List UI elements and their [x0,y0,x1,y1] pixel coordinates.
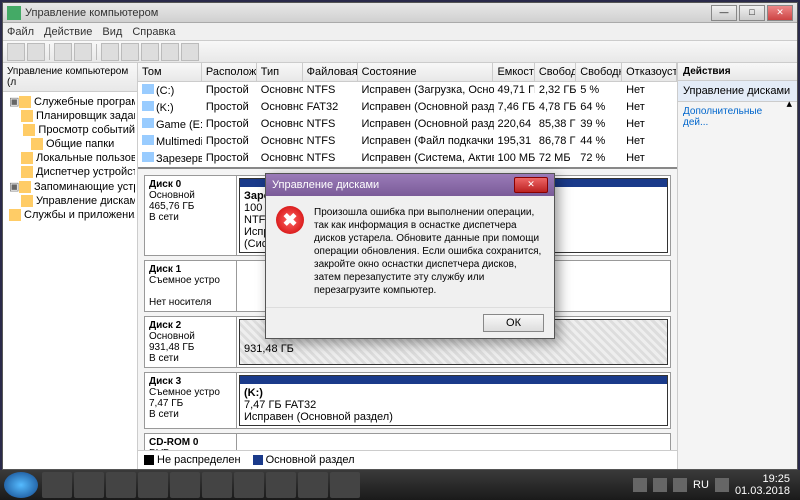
menu-help[interactable]: Справка [132,26,175,38]
taskbar-app-2[interactable] [170,472,200,498]
start-button[interactable] [4,472,38,498]
tree-node[interactable]: Диспетчер устройств [5,165,135,179]
taskbar-app-5[interactable] [266,472,296,498]
taskbar-app-chrome[interactable] [42,472,72,498]
taskbar[interactable]: RU 19:2501.03.2018 [0,470,800,500]
column-header[interactable]: Файловая система [303,63,358,81]
taskbar-app-7[interactable] [330,472,360,498]
dialog-title: Управление дисками [272,179,379,191]
nav-tree-pane: Управление компьютером (л ▣Служебные про… [3,63,138,469]
titlebar[interactable]: Управление компьютером — □ ✕ [3,3,797,23]
toolbar-view2-icon[interactable] [141,43,159,61]
taskbar-app-4[interactable] [234,472,264,498]
menubar: Файл Действие Вид Справка [3,23,797,41]
column-header[interactable]: Тип [257,63,303,81]
tree-node[interactable]: Службы и приложения [5,208,135,222]
legend-item: Не распределен [144,454,241,466]
tree-node[interactable]: Управление дисками [5,194,135,208]
toolbar [3,41,797,63]
menu-file[interactable]: Файл [7,26,34,38]
dialog-text: Произошла ошибка при выполнении операции… [314,206,544,297]
column-header[interactable]: Отказоустойчивос [622,63,677,81]
taskbar-app-6[interactable] [298,472,328,498]
close-button[interactable]: ✕ [767,5,793,21]
toolbar-forward-icon[interactable] [27,43,45,61]
disk-box[interactable]: Диск 3Съемное устро7,47 ГБВ сети(K:)7,47… [144,372,671,429]
taskbar-app-3[interactable] [202,472,232,498]
actions-more[interactable]: Дополнительные дей... [678,102,797,132]
tray-clock[interactable]: 19:2501.03.2018 [735,473,790,497]
actions-section[interactable]: Управление дисками ▴ [678,81,797,102]
tree-node[interactable]: Общие папки [5,137,135,151]
toolbar-view3-icon[interactable] [161,43,179,61]
volume-list-header: ТомРасположениеТипФайловая системаСостоя… [138,63,677,82]
tray-lang[interactable]: RU [693,479,709,491]
tree-node[interactable]: ▣Служебные программы [5,94,135,109]
actions-header: Действия [678,63,797,81]
column-header[interactable]: Свободно % [576,63,622,81]
column-header[interactable]: Емкость [493,63,534,81]
dialog-ok-button[interactable]: ОК [483,314,544,332]
toolbar-back-icon[interactable] [7,43,25,61]
taskbar-app-viber[interactable] [74,472,104,498]
taskbar-app-1[interactable] [138,472,168,498]
column-header[interactable]: Свободно [535,63,576,81]
tray-icon[interactable] [633,478,647,492]
app-icon [7,6,21,20]
menu-view[interactable]: Вид [102,26,122,38]
menu-action[interactable]: Действие [44,26,92,38]
legend-item: Основной раздел [253,454,355,466]
tray-sound-icon[interactable] [715,478,729,492]
minimize-button[interactable]: — [711,5,737,21]
volume-row[interactable]: (C:)ПростойОсновнойNTFSИсправен (Загрузк… [138,82,677,99]
error-dialog: Управление дисками ✕ ✖ Произошла ошибка … [265,173,555,339]
toolbar-refresh-icon[interactable] [74,43,92,61]
legend: Не распределен Основной раздел [138,450,677,469]
tree-node[interactable]: ▣Запоминающие устройст [5,179,135,194]
tree-node[interactable]: Локальные пользоват [5,151,135,165]
volume-row[interactable]: Game (E:)ПростойОсновнойNTFSИсправен (Ос… [138,116,677,133]
column-header[interactable]: Состояние [358,63,494,81]
nav-tree-header: Управление компьютером (л [3,63,137,92]
toolbar-view4-icon[interactable] [181,43,199,61]
taskbar-app-explorer[interactable] [106,472,136,498]
tray-icon[interactable] [653,478,667,492]
tree-node[interactable]: Просмотр событий [5,123,135,137]
dialog-close-button[interactable]: ✕ [514,177,548,193]
volume-list[interactable]: (C:)ПростойОсновнойNTFSИсправен (Загрузк… [138,82,677,167]
maximize-button[interactable]: □ [739,5,765,21]
window-title: Управление компьютером [25,7,711,19]
volume-row[interactable]: Multimedia (D:)ПростойОсновнойNTFSИсправ… [138,133,677,150]
toolbar-view1-icon[interactable] [121,43,139,61]
volume-row[interactable]: (K:)ПростойОсновнойFAT32Исправен (Основн… [138,99,677,116]
partition[interactable]: (K:)7,47 ГБ FAT32Исправен (Основной разд… [239,375,668,426]
tree-node[interactable]: Планировщик заданий [5,109,135,123]
toolbar-help-icon[interactable] [101,43,119,61]
dialog-titlebar[interactable]: Управление дисками ✕ [266,174,554,196]
tray-icon[interactable] [673,478,687,492]
volume-row[interactable]: Зарезервировано системойПростойОсновнойN… [138,150,677,167]
actions-pane: Действия Управление дисками ▴ Дополнител… [677,63,797,469]
column-header[interactable]: Расположение [202,63,257,81]
disk-box[interactable]: CD-ROM 0DVD [144,433,671,450]
column-header[interactable]: Том [138,63,202,81]
toolbar-props-icon[interactable] [54,43,72,61]
error-icon: ✖ [276,206,304,234]
